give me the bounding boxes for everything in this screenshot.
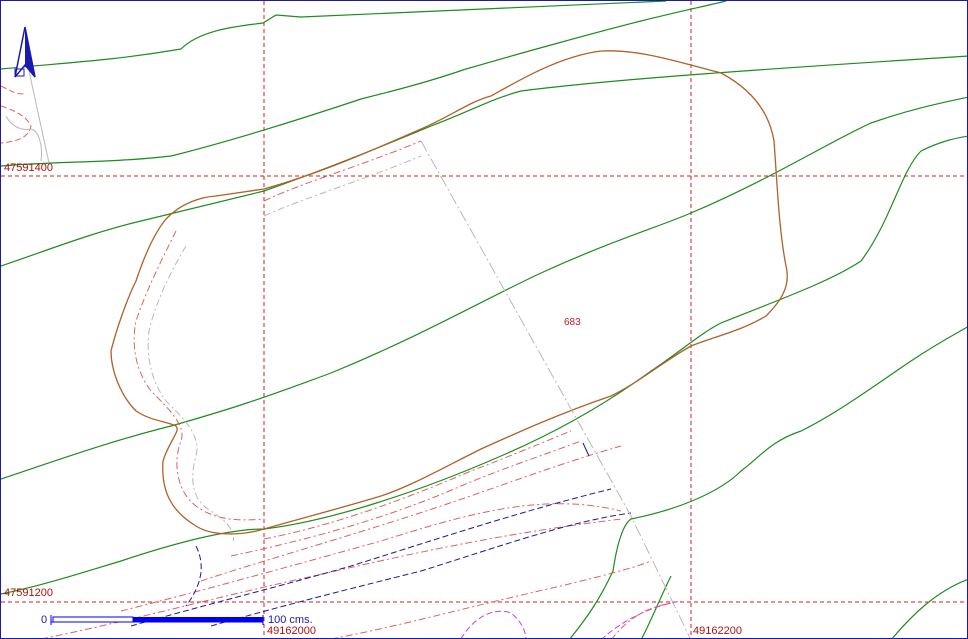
coordinate-grid [1, 1, 967, 638]
scale-end-label: 100 cms. [268, 614, 313, 626]
offset-line-magenta [461, 610, 527, 638]
offset-line-red [333, 560, 652, 638]
grid-label-y-bottom: 47591200 [4, 587, 53, 599]
offset-line-red [612, 602, 672, 638]
offset-line-blue [210, 512, 632, 627]
scale-start-label: 0 [41, 614, 48, 626]
contour-line [1, 135, 967, 595]
offset-line-red [120, 503, 622, 612]
contour-line [1, 1, 727, 167]
edge-detail-lines [1, 70, 50, 164]
offset-line-red [133, 140, 422, 521]
grid-label-x-right: 49162200 [693, 625, 742, 637]
parcel-683-boundary[interactable] [110, 50, 788, 535]
scale-unit: cms. [289, 614, 313, 626]
contour-line [1, 55, 967, 267]
edge-line-red [1, 85, 32, 144]
division-line-tail [582, 442, 590, 457]
offset-line-blue [185, 545, 202, 607]
grid-label-x-left: 49162000 [267, 625, 316, 637]
contour-line [1, 96, 967, 480]
map-drawing [1, 1, 967, 638]
contour-lines [1, 1, 967, 638]
edge-line-grey [28, 70, 50, 164]
scale-bar [50, 615, 264, 625]
offset-line-magenta [602, 600, 682, 638]
contour-line [891, 579, 967, 638]
division-line [420, 140, 691, 638]
parcel-label[interactable]: 683 [564, 317, 581, 328]
offset-lines [43, 140, 682, 638]
map-canvas[interactable]: 47591400 47591200 49162000 49162200 683 … [0, 0, 968, 639]
grid-label-y-top: 47591400 [4, 162, 53, 174]
north-arrow-icon [14, 26, 36, 78]
contour-line [569, 326, 967, 638]
edge-line-grey [5, 115, 42, 162]
offset-line-red [263, 430, 572, 540]
scale-end-value: 100 [268, 614, 287, 626]
offset-line-red [230, 440, 582, 557]
offset-line-grey [147, 155, 422, 542]
